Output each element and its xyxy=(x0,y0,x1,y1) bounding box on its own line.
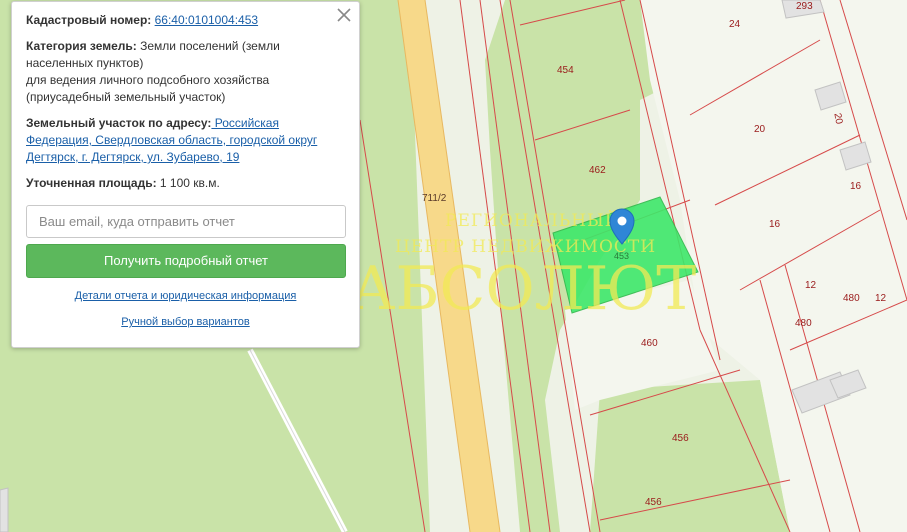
plot-label: 24 xyxy=(729,19,741,30)
close-icon[interactable] xyxy=(335,6,353,24)
plot-label: 454 xyxy=(557,65,574,76)
plot-label: 20 xyxy=(754,124,766,135)
category-line2: населенных пунктов) xyxy=(26,56,144,70)
address-link-line1[interactable]: Российская xyxy=(211,116,279,130)
address-label: Земельный участок по адресу: xyxy=(26,116,212,130)
plot-label: 456 xyxy=(645,497,662,508)
plot-label: 16 xyxy=(769,219,781,230)
plot-label: 16 xyxy=(850,181,862,192)
plot-label: 12 xyxy=(805,280,817,291)
cadastral-label: Кадастровый номер: xyxy=(26,13,152,27)
plot-label: 480 xyxy=(795,318,812,329)
manual-selection-link[interactable]: Ручной выбор вариантов xyxy=(26,316,345,328)
get-report-button[interactable]: Получить подробный отчет xyxy=(26,244,346,278)
area-row: Уточненная площадь: 1 100 кв.м. xyxy=(26,175,345,192)
plot-label: 462 xyxy=(589,165,606,176)
road-label: 711/2 xyxy=(422,193,447,204)
category-label: Категория земель: xyxy=(26,39,137,53)
cadastral-number-link[interactable]: 66:40:0101004:453 xyxy=(155,13,258,27)
plot-label: 456 xyxy=(672,433,689,444)
address-block: Земельный участок по адресу: Российская … xyxy=(26,115,345,166)
plot-label: 293 xyxy=(796,1,813,12)
plot-label: 480 xyxy=(843,293,860,304)
category-line1: Земли поселений (земли xyxy=(136,39,280,53)
email-input[interactable] xyxy=(26,205,346,238)
plot-label: 460 xyxy=(641,338,658,349)
area-label: Уточненная площадь: xyxy=(26,176,157,190)
plot-label: 12 xyxy=(875,293,887,304)
address-link-line3[interactable]: Дегтярск, г. Дегтярск, ул. Зубарево, 19 xyxy=(26,150,239,164)
report-details-link[interactable]: Детали отчета и юридическая информация xyxy=(26,290,345,302)
land-category-block: Категория земель: Земли поселений (земли… xyxy=(26,38,345,106)
address-link-line2[interactable]: Федерация, Свердловская область, городск… xyxy=(26,133,317,147)
area-value: 1 100 кв.м. xyxy=(156,176,220,190)
parcel-info-popup: Кадастровый номер: 66:40:0101004:453 Кат… xyxy=(11,1,360,348)
category-line3: для ведения личного подсобного хозяйства xyxy=(26,73,270,87)
cadastral-number-row: Кадастровый номер: 66:40:0101004:453 xyxy=(26,12,345,29)
category-line4: (приусадебный земельный участок) xyxy=(26,90,226,104)
watermark-big: АБСОЛЮТ xyxy=(350,254,696,324)
watermark-line1: РЕГИОНАЛЬНЫЙ xyxy=(445,210,621,231)
